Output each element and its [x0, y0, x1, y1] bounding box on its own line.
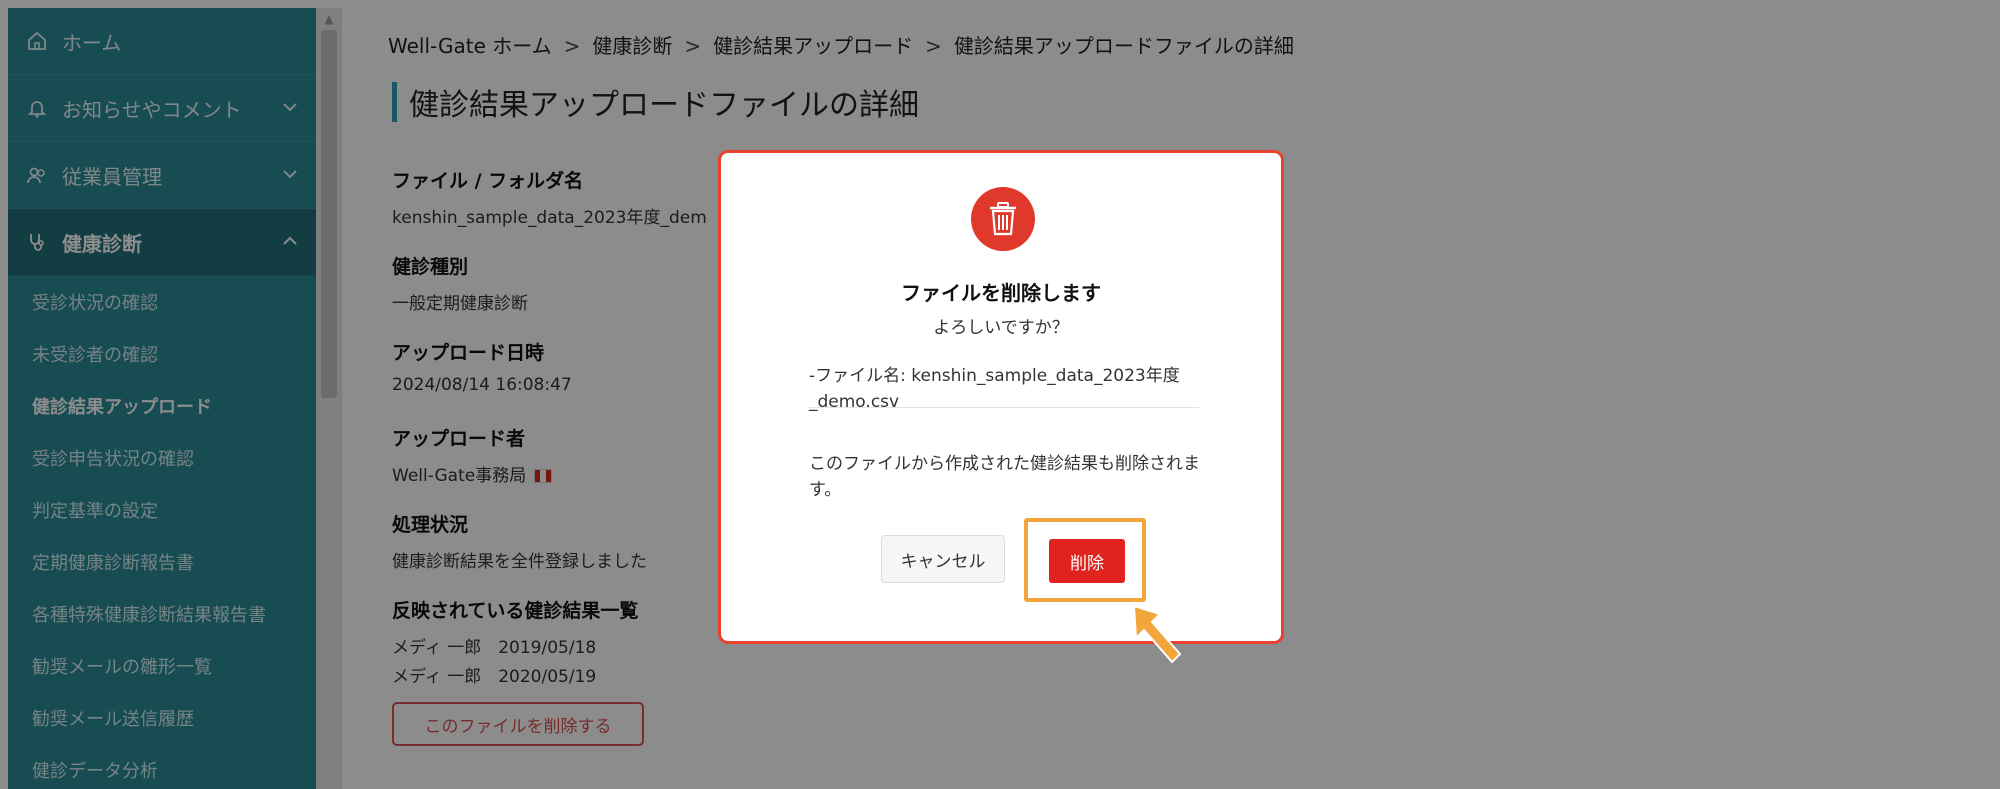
highlight-box [1024, 518, 1146, 602]
trash-icon [971, 187, 1035, 251]
divider [809, 407, 1199, 408]
dialog-file-name-line: _demo.csv [809, 392, 900, 412]
delete-confirm-dialog: ファイルを削除します よろしいですか？ -ファイル名: kenshin_samp… [718, 150, 1284, 644]
dialog-file-name-line: -ファイル名: kenshin_sample_data_2023年度 [809, 366, 1180, 386]
dialog-title: ファイルを削除します [901, 281, 1101, 305]
cancel-button[interactable]: キャンセル [881, 535, 1005, 583]
dialog-confirm-text: よろしいですか？ [933, 318, 1069, 338]
dialog-warning-text: このファイルから作成された健診結果も削除されます。 [809, 454, 1200, 500]
pointer-arrow-icon [1133, 605, 1181, 663]
